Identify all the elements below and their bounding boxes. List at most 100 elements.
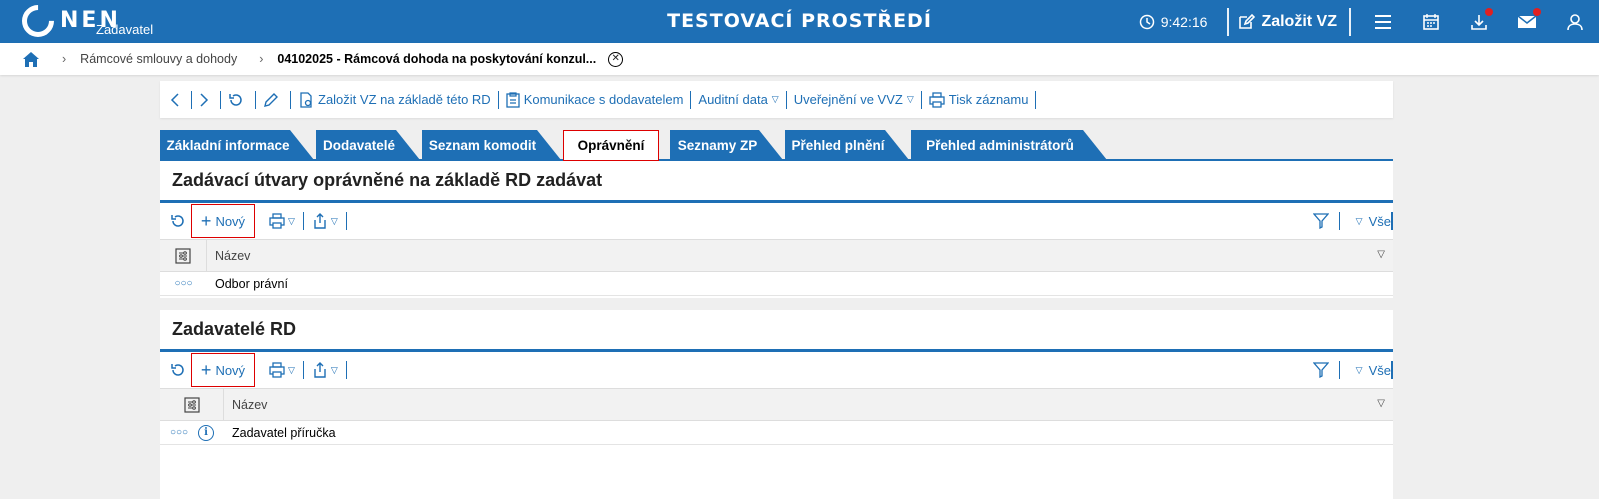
home-button[interactable] — [22, 51, 40, 68]
all-filter-dropdown[interactable]: ▽ Vše — [1340, 212, 1393, 230]
logo-subtitle: Zadavatel — [96, 22, 154, 37]
all-label: Vše — [1368, 362, 1391, 378]
share-icon — [314, 213, 326, 229]
filter-icon — [1312, 362, 1329, 378]
download-icon — [1471, 14, 1487, 30]
tab-bar: Základní informace Dodavatelé Seznam kom… — [160, 130, 1393, 161]
grid-header: Název ▽ — [160, 239, 1393, 272]
create-vz-from-rd-label: Založit VZ na základě této RD — [318, 92, 491, 107]
create-vz-from-rd-button[interactable]: Založit VZ na základě této RD — [291, 90, 499, 109]
notification-dot — [1533, 8, 1541, 16]
audit-data-dropdown[interactable]: Auditní data ▽ — [691, 90, 787, 109]
column-filter-icon[interactable]: ▽ — [1377, 249, 1385, 260]
new-button[interactable]: + Nový — [191, 353, 255, 387]
tab-seznam-komodit[interactable]: Seznam komodit — [422, 130, 561, 160]
row-name: Odbor právní — [215, 276, 288, 291]
dropdown-triangle-icon: ▽ — [330, 364, 338, 375]
row-actions-icon[interactable]: ○○○ — [160, 278, 207, 289]
breadcrumb: › Rámcové smlouvy a dohody › 04102025 - … — [0, 43, 1599, 75]
new-label: Nový — [215, 213, 246, 229]
print-record-button[interactable]: Tisk záznamu — [922, 90, 1037, 109]
all-filter-dropdown[interactable]: ▽ Vše — [1340, 361, 1393, 379]
hamburger-icon — [1375, 14, 1391, 29]
new-button[interactable]: + Nový — [191, 204, 255, 238]
table-row[interactable]: ○○○ Odbor právní — [160, 272, 1393, 296]
section-authorized-units: Zadávací útvary oprávněné na základě RD … — [160, 161, 1393, 298]
column-settings-button[interactable] — [160, 388, 224, 421]
section-toolbar: + Nový ▽ ▽ ▽ Vše — [160, 203, 1393, 239]
column-filter-icon[interactable]: ▽ — [1377, 398, 1385, 409]
print-record-label: Tisk záznamu — [948, 92, 1029, 107]
divider — [1227, 7, 1230, 36]
section-title: Zadávací útvary oprávněné na základě RD … — [160, 161, 1393, 203]
dropdown-triangle-icon: ▽ — [288, 215, 295, 226]
chevron-right-icon: › — [62, 52, 67, 66]
export-dropdown[interactable]: ▽ — [304, 212, 347, 230]
dropdown-triangle-icon: ▽ — [288, 364, 295, 375]
create-vz-button[interactable]: Založit VZ — [1237, 13, 1337, 31]
publish-vvz-dropdown[interactable]: Uveřejnění ve VVZ ▽ — [787, 90, 922, 109]
breadcrumb-item[interactable]: Rámcové smlouvy a dohody — [80, 52, 237, 66]
tab-prehled-administratoru[interactable]: Přehled administrátorů — [911, 130, 1107, 160]
row-actions-icon[interactable]: ○○○ — [160, 427, 198, 438]
plus-icon: + — [200, 211, 212, 231]
tab-zakladni-informace[interactable]: Základní informace — [160, 130, 314, 160]
all-label: Vše — [1368, 213, 1391, 229]
printer-icon — [929, 91, 945, 108]
tab-seznamy-zp[interactable]: Seznamy ZP — [670, 130, 783, 160]
column-header-name[interactable]: Název — [207, 249, 250, 263]
session-clock: 9:42:16 — [1139, 13, 1208, 30]
next-record-button[interactable] — [192, 90, 221, 109]
clock-time: 9:42:16 — [1160, 13, 1208, 30]
menu-button[interactable] — [1359, 0, 1407, 43]
filter-button[interactable] — [1303, 212, 1340, 230]
breadcrumb-current: 04102025 - Rámcová dohoda na poskytování… — [277, 52, 597, 66]
divider — [1349, 7, 1351, 36]
plus-icon: + — [200, 360, 212, 380]
publish-vvz-label: Uveřejnění ve VVZ — [793, 92, 903, 107]
grid-header: Název ▽ — [160, 388, 1393, 421]
calendar-button[interactable] — [1407, 0, 1455, 43]
export-dropdown[interactable]: ▽ — [304, 361, 347, 379]
tab-opravneni[interactable]: Oprávnění — [563, 130, 659, 161]
refresh-icon — [171, 215, 184, 227]
user-button[interactable] — [1551, 0, 1599, 43]
column-settings-button[interactable] — [160, 239, 207, 272]
info-icon[interactable]: i — [198, 424, 214, 441]
messages-button[interactable] — [1503, 0, 1551, 43]
filter-button[interactable] — [1303, 361, 1340, 379]
refresh-button[interactable] — [221, 90, 256, 109]
edit-button[interactable] — [256, 90, 291, 109]
print-dropdown[interactable]: ▽ — [261, 361, 304, 379]
clipboard-icon — [506, 91, 520, 108]
logo-circle-icon — [15, 0, 61, 44]
print-dropdown[interactable]: ▽ — [261, 212, 304, 230]
table-row[interactable]: ○○○ i Zadavatel příručka — [160, 421, 1393, 445]
refresh-button[interactable] — [168, 362, 188, 378]
home-icon — [23, 51, 39, 67]
settings-sliders-icon — [183, 396, 200, 413]
column-header-name[interactable]: Název — [224, 398, 267, 412]
chevron-right-icon: › — [259, 52, 264, 66]
refresh-button[interactable] — [168, 213, 188, 229]
section-rd-contracting-authorities: Zadavatelé RD + Nový ▽ ▽ ▽ Vše Název ▽ ○… — [160, 310, 1393, 499]
audit-data-label: Auditní data — [698, 92, 768, 107]
downloads-button[interactable] — [1455, 0, 1503, 43]
tab-prehled-plneni[interactable]: Přehled plnění — [785, 130, 909, 160]
share-icon — [314, 362, 326, 378]
chevron-left-icon — [170, 92, 179, 107]
refresh-icon — [229, 93, 242, 106]
communication-button[interactable]: Komunikace s dodavatelem — [499, 90, 692, 109]
clock-icon — [1139, 14, 1154, 29]
tab-dodavatele[interactable]: Dodavatelé — [316, 130, 420, 160]
edit-icon — [1239, 13, 1256, 29]
filter-icon — [1312, 213, 1329, 229]
top-bar: NEN Zadavatel TESTOVACÍ PROSTŘEDÍ 9:42:1… — [0, 0, 1599, 44]
create-vz-label: Založit VZ — [1261, 12, 1337, 30]
prev-record-button[interactable] — [160, 90, 192, 109]
record-toolbar: Založit VZ na základě této RD Komunikace… — [160, 81, 1393, 118]
dropdown-triangle-icon: ▽ — [330, 215, 338, 226]
close-icon[interactable]: ✕ — [608, 51, 624, 67]
section-title: Zadavatelé RD — [160, 310, 1393, 352]
pencil-icon — [264, 92, 278, 107]
